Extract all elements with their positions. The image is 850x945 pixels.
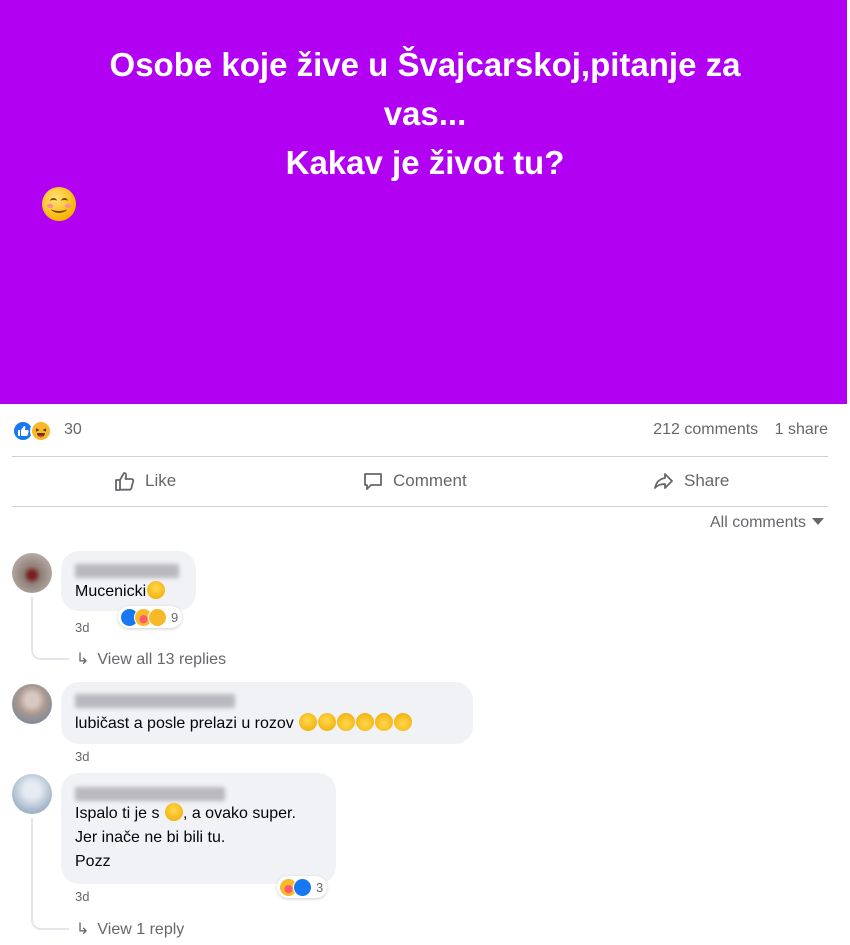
- like-label: Like: [145, 471, 177, 490]
- share-button[interactable]: Share: [653, 458, 729, 504]
- action-bar: Like Comment Share: [12, 458, 828, 504]
- comment-bubble: lubičast a posle prelazi u rozov: [61, 682, 473, 744]
- post-title-line-1: Osobe koje žive u Švajcarskoj,pitanje za: [109, 46, 741, 83]
- comment-line: Ispalo ti je s , a ovako super.: [75, 803, 296, 822]
- comments-count-link[interactable]: 212 comments: [653, 421, 758, 438]
- comment-button[interactable]: Comment: [362, 458, 467, 504]
- haha-icon: [30, 420, 52, 442]
- commenter-name-blurred[interactable]: [75, 564, 179, 578]
- comment-time[interactable]: 3d: [75, 889, 89, 904]
- share-label: Share: [684, 471, 730, 490]
- rofl-emoji-icon: [296, 710, 321, 734]
- shares-count-link[interactable]: 1 share: [775, 421, 828, 438]
- comment-bubble: Mucenicki: [61, 551, 196, 611]
- reaction-count: 3: [316, 879, 324, 895]
- avatar[interactable]: [12, 553, 52, 593]
- post-stats: 30 212 comments 1 share: [12, 418, 828, 444]
- upside-down-face-icon: [394, 713, 413, 731]
- commenter-name-blurred[interactable]: [75, 694, 235, 708]
- like-button[interactable]: Like: [114, 458, 176, 504]
- post-title-line-2: vas...: [383, 95, 467, 132]
- comment-time[interactable]: 3d: [75, 620, 89, 635]
- comment-filter-dropdown[interactable]: All comments: [710, 514, 824, 532]
- comment-time[interactable]: 3d: [75, 749, 89, 764]
- share-arrow-icon: [654, 473, 673, 489]
- thumbs-up-icon: [115, 472, 135, 491]
- view-replies-link[interactable]: ↳ View all 13 replies: [76, 649, 226, 669]
- thread-line: [31, 597, 69, 660]
- post-banner: Osobe koje žive u Švajcarskoj,pitanje za…: [0, 0, 847, 404]
- reaction-count[interactable]: 30: [64, 421, 82, 439]
- comment-label: Comment: [393, 471, 467, 490]
- upside-down-face-icon: [337, 713, 356, 731]
- avatar[interactable]: [12, 684, 52, 724]
- caret-down-icon: [812, 518, 824, 525]
- reply-arrow-icon: ↳: [76, 921, 90, 938]
- comment-reactions[interactable]: 3: [277, 876, 328, 898]
- post-title: Osobe koje žive u Švajcarskoj,pitanje za…: [40, 40, 810, 221]
- comment-line: Jer inače ne bi bili tu.: [75, 829, 226, 846]
- post-title-line-3: Kakav je život tu?: [40, 138, 810, 221]
- comment-reactions[interactable]: 9: [118, 606, 183, 628]
- grinning-emoji-icon: [147, 581, 166, 599]
- avatar[interactable]: [12, 774, 52, 814]
- reaction-count: 9: [171, 609, 179, 625]
- commenter-name-blurred[interactable]: [75, 787, 225, 801]
- comment-bubble: Ispalo ti je s , a ovako super. Jer inač…: [61, 773, 336, 884]
- grinning-emoji-icon: [164, 803, 183, 821]
- comment-text: lubičast a posle prelazi u rozov: [75, 710, 413, 736]
- reply-arrow-icon: ↳: [76, 651, 90, 668]
- comment-icon: [364, 473, 382, 490]
- haha-icon: [148, 607, 167, 627]
- divider: [12, 456, 828, 457]
- comment-text: Mucenicki: [75, 580, 166, 604]
- stats-right: 212 comments 1 share: [641, 421, 828, 439]
- comment-text: Ispalo ti je s , a ovako super. Jer inač…: [75, 802, 296, 874]
- smiling-face-emoji-icon: [42, 187, 76, 221]
- upside-down-face-icon: [356, 713, 375, 731]
- comment-filter-label: All comments: [709, 514, 806, 531]
- view-replies-link[interactable]: ↳ View 1 reply: [76, 919, 184, 939]
- divider: [12, 506, 828, 507]
- rofl-emoji-icon: [315, 710, 340, 734]
- like-icon: [293, 877, 312, 897]
- comment-line: Pozz: [75, 853, 111, 870]
- upside-down-face-icon: [375, 713, 394, 731]
